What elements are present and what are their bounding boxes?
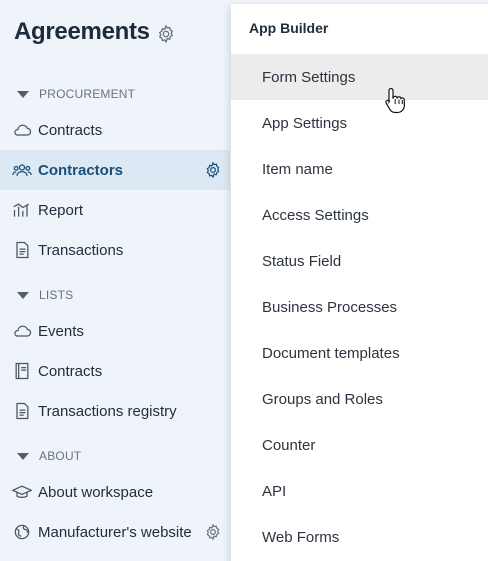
sidebar-item-label: Contracts bbox=[38, 362, 103, 380]
sidebar-item-transactions-registry[interactable]: Transactions registry bbox=[0, 391, 230, 431]
menu-item-access-settings[interactable]: Access Settings bbox=[231, 192, 488, 238]
hand-pointer-cursor-icon bbox=[384, 86, 406, 114]
app-header: Agreements bbox=[14, 18, 176, 46]
sidebar: Agreements PROCUREMENT Contracts Contrac… bbox=[0, 0, 248, 561]
menu-item-document-templates[interactable]: Document templates bbox=[231, 330, 488, 376]
section-label: PROCUREMENT bbox=[39, 87, 136, 101]
cloud-icon bbox=[11, 120, 33, 140]
menu-item-business-processes[interactable]: Business Processes bbox=[231, 284, 488, 330]
book-icon bbox=[11, 361, 33, 381]
sidebar-item-label: About workspace bbox=[38, 483, 154, 501]
sidebar-item-label: Report bbox=[38, 201, 84, 219]
section-lists[interactable]: LISTS bbox=[0, 285, 248, 305]
menu-item-web-forms[interactable]: Web Forms bbox=[231, 514, 488, 560]
gear-icon[interactable] bbox=[204, 161, 222, 179]
cloud-icon bbox=[11, 321, 33, 341]
sidebar-item-label: Transactions registry bbox=[38, 402, 177, 420]
menu-item-counter[interactable]: Counter bbox=[231, 422, 488, 468]
graduation-cap-icon bbox=[11, 482, 33, 502]
sidebar-item-report[interactable]: Report bbox=[0, 190, 230, 230]
menu-item-form-settings[interactable]: Form Settings bbox=[231, 54, 488, 100]
section-procurement[interactable]: PROCUREMENT bbox=[0, 84, 248, 104]
sidebar-item-label: Transactions bbox=[38, 241, 124, 259]
sidebar-item-transactions[interactable]: Transactions bbox=[0, 230, 230, 270]
app-builder-menu: App Builder Form Settings App Settings I… bbox=[231, 4, 488, 561]
sidebar-item-contracts[interactable]: Contracts bbox=[0, 110, 230, 150]
section-about[interactable]: ABOUT bbox=[0, 446, 248, 466]
sidebar-item-label: Contracts bbox=[38, 121, 103, 139]
bar-chart-icon bbox=[11, 200, 33, 220]
sidebar-item-events[interactable]: Events bbox=[0, 311, 230, 351]
gear-icon[interactable] bbox=[156, 24, 176, 44]
caret-down-icon bbox=[17, 291, 29, 299]
app-title: Agreements bbox=[14, 18, 150, 45]
sidebar-item-about-workspace[interactable]: About workspace bbox=[0, 472, 230, 512]
document-icon bbox=[11, 240, 33, 260]
sidebar-item-contractors[interactable]: Contractors bbox=[0, 150, 230, 190]
menu-item-app-settings[interactable]: App Settings bbox=[231, 100, 488, 146]
caret-down-icon bbox=[17, 90, 29, 98]
gear-icon[interactable] bbox=[204, 523, 222, 541]
globe-icon bbox=[11, 522, 33, 542]
menu-item-api[interactable]: API bbox=[231, 468, 488, 514]
caret-down-icon bbox=[17, 452, 29, 460]
menu-item-item-name[interactable]: Item name bbox=[231, 146, 488, 192]
sidebar-item-label: Manufacturer's website bbox=[38, 523, 192, 541]
sidebar-item-label: Contractors bbox=[38, 161, 124, 179]
sidebar-item-label: Events bbox=[38, 322, 84, 340]
menu-header: App Builder bbox=[249, 20, 329, 36]
section-label: ABOUT bbox=[39, 449, 82, 463]
section-label: LISTS bbox=[39, 288, 74, 302]
sidebar-item-manufacturers-website[interactable]: Manufacturer's website bbox=[0, 512, 230, 552]
users-icon bbox=[11, 160, 33, 180]
menu-item-groups-and-roles[interactable]: Groups and Roles bbox=[231, 376, 488, 422]
menu-item-status-field[interactable]: Status Field bbox=[231, 238, 488, 284]
document-icon bbox=[11, 401, 33, 421]
sidebar-item-contracts-list[interactable]: Contracts bbox=[0, 351, 230, 391]
